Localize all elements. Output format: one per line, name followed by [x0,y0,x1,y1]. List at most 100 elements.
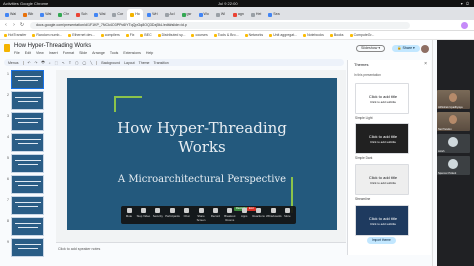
meeting-control-button[interactable]: Mute [122,208,136,218]
meeting-control-button[interactable]: Reactions [252,208,266,218]
toolbar-item[interactable]: T [69,61,71,65]
filmstrip-slide[interactable]: 7 [4,196,52,218]
toolbar-item[interactable]: ╲ [90,61,92,65]
toolbar-item[interactable]: ▢ [75,61,78,65]
theme-card[interactable]: Click to add title Click to add subtitle [355,83,409,114]
slide-thumbnail[interactable] [11,175,44,194]
menu-item[interactable]: Format [63,51,74,55]
speaker-notes[interactable]: Click to add speaker notes [56,242,346,256]
bookmark-item[interactable]: Books [329,33,344,37]
slide-thumbnail[interactable] [11,91,44,110]
theme-card[interactable]: Click to add title Click to add subtitle [355,164,409,195]
bookmark-item[interactable]: compilers [100,33,120,37]
theme-card[interactable]: Click to add title Click to add subtitle [355,205,409,236]
meeting-control-button[interactable]: Security [151,208,165,218]
slide-thumbnail[interactable] [11,112,44,131]
browser-tab[interactable]: Hei [248,9,264,20]
activities-button[interactable]: Activities [3,0,19,7]
browser-tab[interactable]: Sch [73,9,90,20]
forward-icon[interactable]: › [11,22,17,28]
theme-card[interactable]: Click to add title Click to add subtitle [355,123,409,154]
filmstrip-slide[interactable]: 4 [4,133,52,155]
toolbar-item[interactable]: Menus [8,61,19,65]
toolbar-item[interactable]: ↷ [34,61,37,65]
toolbar-item[interactable]: Layout [124,61,135,65]
browser-tab[interactable]: Wri [144,9,160,20]
meeting-control-button[interactable]: Participants [165,208,180,218]
bookmark-item[interactable]: Distributed sy... [157,33,185,37]
slide-thumbnail[interactable] [11,217,44,236]
slide-title[interactable]: How Hyper-Threading Works [67,119,337,157]
browser-tab[interactable]: Sea [265,9,282,20]
filmstrip-slide[interactable]: 9 [4,238,52,260]
filmstrip-slide[interactable]: 1 [4,70,52,92]
url-field[interactable]: docs.google.com/presentation/d/1F1KP_7NC… [30,22,410,29]
filmstrip-slide[interactable]: 8 [4,217,52,239]
document-title[interactable]: How Hyper-Threading Works [14,43,91,49]
import-theme-button[interactable]: Import theme [367,237,396,244]
toolbar-item[interactable]: ⌕ [49,61,51,65]
back-icon[interactable]: ‹ [3,22,9,28]
bookmark-item[interactable]: ComputeGr... [349,33,374,37]
slides-logo-icon[interactable] [4,44,10,52]
toolbar-item[interactable]: Theme [139,61,150,65]
profile-avatar[interactable] [461,22,468,29]
bookmark-item[interactable]: Ethernet dev... [68,33,95,37]
bookmark-item[interactable]: Unit aggregat... [269,33,297,37]
browser-tab[interactable]: Acl [162,9,178,20]
meeting-control-button[interactable]: Whiteboards [266,208,282,218]
menu-item[interactable]: Insert [49,51,58,55]
participant-tile[interactable]: Spencer Pickett [437,156,470,175]
slide-thumbnail[interactable] [11,154,44,173]
menu-item[interactable]: Arrange [92,51,105,55]
system-tray[interactable]: ▾ ⏻ [461,0,470,7]
bookmark-item[interactable]: BEC [140,33,152,37]
bookmark-item[interactable]: Fix [125,33,134,37]
filmstrip-slide[interactable]: 5 [4,154,52,176]
meeting-control-button[interactable]: Apps [237,208,251,218]
meeting-control-button[interactable]: More [280,208,294,218]
menu-item[interactable]: Tools [110,51,118,55]
menu-item[interactable]: Extensions [123,51,141,55]
menu-item[interactable]: Slide [79,51,87,55]
participant-tile[interactable]: Abhishek Upadhyaya [437,90,470,109]
menu-item[interactable]: Edit [25,51,31,55]
browser-tab[interactable]: Wi [213,9,229,20]
close-icon[interactable]: × [424,61,427,67]
clock[interactable]: Jul 9 22:00 [218,0,238,7]
browser-tab[interactable]: Cor [109,9,126,20]
slide-thumbnail[interactable] [11,70,44,89]
toolbar-item[interactable]: ⬚ [55,61,58,65]
meeting-control-button[interactable]: Record [208,208,222,218]
meeting-control-button[interactable]: Breakout Rooms [223,208,237,222]
browser-tab[interactable]: Bib [20,9,36,20]
share-button[interactable]: 🔒 Share ▾ [392,45,420,52]
browser-tab[interactable]: agn [230,9,247,20]
browser-tab[interactable]: Ho [127,9,144,20]
browser-tab[interactable]: Wai [91,9,108,20]
bookmark-item[interactable]: Networks [244,33,263,37]
slideshow-button[interactable]: Slideshow ▾ [356,45,386,52]
slide-thumbnail[interactable] [11,196,44,215]
filmstrip-slide[interactable]: 6 [4,175,52,197]
browser-tab[interactable]: Wai [37,9,54,20]
toolbar-item[interactable]: ↶ [28,61,31,65]
bookmark-item[interactable]: Random numb... [32,33,62,37]
filmstrip-slide[interactable]: 3 [4,112,52,134]
bookmark-item[interactable]: courses [191,33,208,37]
menu-item[interactable]: View [36,51,44,55]
browser-tab[interactable]: gsr [179,9,195,20]
meeting-control-button[interactable]: Chat [180,208,194,218]
browser-tab[interactable]: Wo [196,9,212,20]
meeting-control-button[interactable]: Stop Video [136,208,150,218]
filmstrip-slide[interactable]: 2 [4,91,52,113]
slide-thumbnail[interactable] [11,133,44,152]
toolbar-item[interactable]: 🖶 [41,60,44,66]
bookmark-item[interactable]: Notebooks [303,33,324,37]
meeting-control-button[interactable]: Share Screen [194,208,208,222]
bookmark-item[interactable]: HotTransfer [4,33,26,37]
menu-item[interactable]: Help [146,51,153,55]
toolbar-item[interactable]: Transition [154,61,169,65]
participant-tile[interactable]: Anish [437,134,470,153]
current-slide[interactable]: How Hyper-Threading Works A Microarchite… [67,78,337,230]
